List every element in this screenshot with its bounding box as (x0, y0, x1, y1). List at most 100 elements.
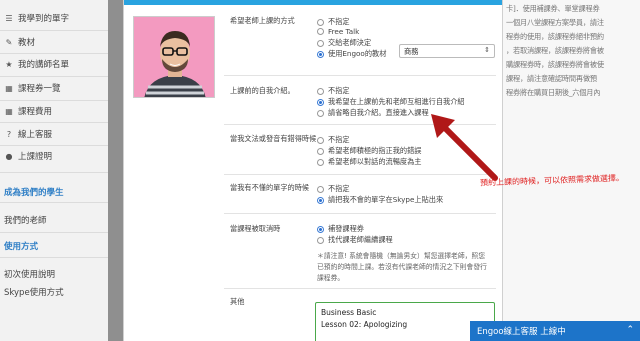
sidebar-item-label: 教材 (18, 38, 36, 48)
radio-option[interactable]: 不指定 (317, 86, 350, 96)
option-label: 不指定 (328, 135, 350, 144)
notice-text: ＊請注意! 系統會隨機（無論男女）幫您選擇老師，照您 (317, 252, 486, 260)
teacher-avatar (133, 16, 215, 98)
option-label: 補發課程券 (328, 224, 364, 233)
option-label: 交給老師決定 (328, 38, 372, 47)
question-self-intro: 上課前的自我介紹。 (230, 86, 295, 95)
sidebar-item-my-teachers[interactable]: ★ 我的講師名單 (0, 54, 108, 74)
radio-button[interactable] (317, 18, 324, 26)
radio-button[interactable] (317, 109, 324, 117)
notice-text: 課程券。 (317, 274, 345, 282)
help-icon: ? (6, 129, 12, 139)
divider (224, 213, 496, 214)
link-first-time-guide[interactable]: 初次使用說明 (4, 268, 55, 280)
question-grammar: 當我文法或發音有錯得時候 (230, 134, 317, 143)
radio-option[interactable]: Free Talk (317, 27, 359, 36)
option-label: 不指定 (328, 17, 350, 26)
textarea-line: Business Basic (321, 308, 377, 317)
divider (0, 232, 108, 233)
radio-button[interactable] (317, 136, 324, 144)
radio-button[interactable] (317, 98, 324, 106)
course-select[interactable]: 商務 ⇕ (399, 44, 495, 58)
radio-button[interactable] (317, 158, 324, 166)
sidebar-item-tickets[interactable]: ▦ 課程券一覽 (0, 78, 108, 98)
option-label: 希望老師以對話的流暢度為主 (328, 157, 422, 166)
option-label: 不指定 (328, 184, 350, 193)
option-label: 我希望在上課前先和老師互相進行自我介紹 (328, 97, 465, 106)
dot-icon: ● (5, 151, 13, 161)
notice-text: 程券的使用，該課程券絕非預約 (506, 32, 604, 41)
question-unknown-word: 當我有不懂的單字的時候 (230, 183, 310, 192)
list-icon: ☰ (5, 13, 13, 23)
radio-option[interactable]: 不指定 (317, 135, 350, 145)
divider (224, 288, 496, 289)
section-title-become-student: 成為我們的學生 (4, 188, 64, 198)
sidebar-item-materials[interactable]: ✎ 教材 (0, 32, 108, 52)
option-label: 找代課老師繼續課程 (328, 235, 393, 244)
notice-text: 已預約的時間上課。若沒有代課老師的情況之下則會發行 (317, 263, 487, 271)
chat-label: Engoo線上客服 上線中 (477, 327, 566, 337)
radio-button[interactable] (317, 87, 324, 95)
divider (0, 257, 108, 258)
radio-option[interactable]: 希望老師以對話的流暢度為主 (317, 157, 421, 167)
sidebar-item-label: 上課證明 (18, 152, 53, 162)
sidebar-item-pricing[interactable]: ▦ 課程費用 (0, 101, 108, 121)
radio-button[interactable] (317, 50, 324, 58)
sidebar-item-vocabulary[interactable]: ☰ 我學到的單字 (0, 8, 108, 28)
notice-text: 一個月八堂課程方案學員，請注 (506, 18, 604, 27)
divider (0, 122, 108, 123)
radio-button[interactable] (317, 236, 324, 244)
section-title-how-to-use: 使用方式 (4, 242, 39, 252)
option-label: 不指定 (328, 86, 350, 95)
radio-option[interactable]: 我希望在上課前先和老師互相進行自我介紹 (317, 97, 465, 107)
radio-option[interactable]: 使用Engoo的教材 (317, 49, 386, 59)
chevron-updown-icon: ⇕ (484, 46, 490, 54)
sidebar-item-label: 線上客服 (18, 130, 53, 140)
notice-text: ，若取消課程，該課程券將會被 (506, 46, 604, 55)
sidebar-item-label: 我的講師名單 (18, 60, 70, 70)
radio-button[interactable] (317, 225, 324, 233)
chat-support-bar[interactable]: Engoo線上客服 上線中 ⌃ (470, 321, 640, 341)
divider (0, 30, 108, 31)
modal-header-bar (124, 0, 502, 5)
radio-option[interactable]: 交給老師決定 (317, 38, 371, 48)
sidebar-item-support[interactable]: ? 線上客服 (0, 124, 108, 144)
sidebar-item-certificate[interactable]: ● 上課證明 (0, 146, 108, 166)
link-our-teachers[interactable]: 我們的老師 (4, 214, 47, 226)
link-skype-guide[interactable]: Skype使用方式 (4, 286, 64, 298)
divider (0, 202, 108, 203)
radio-option[interactable]: 請把我不會的單字在Skype上貼出來 (317, 195, 443, 205)
radio-option[interactable]: 不指定 (317, 17, 350, 27)
sidebar-item-label: 課程費用 (18, 107, 53, 117)
question-cancellation: 當課程被取消時 (230, 224, 281, 233)
option-label: 請省略自我介紹。直接進入課程 (328, 108, 429, 117)
arrow-annotation-icon (431, 114, 498, 181)
option-label: 使用Engoo的教材 (328, 49, 387, 58)
divider (0, 172, 108, 173)
radio-option[interactable]: 補發課程券 (317, 224, 364, 234)
notice-text: 購課程券時，該課程券將會被使 (506, 60, 604, 69)
sidebar-item-label: 課程券一覽 (18, 84, 61, 94)
grid-icon: ▦ (5, 106, 13, 116)
star-icon: ★ (5, 59, 13, 69)
radio-option[interactable]: 請省略自我介紹。直接進入課程 (317, 108, 429, 118)
chevron-up-icon[interactable]: ⌃ (626, 325, 634, 335)
sidebar: ☰ 我學到的單字 ✎ 教材 ★ 我的講師名單 ▦ 課程券一覽 ▦ 課程費用 ? … (0, 0, 108, 341)
radio-button[interactable] (317, 28, 324, 35)
radio-button[interactable] (317, 147, 324, 155)
notice-panel: 卡]．使用補課券、單堂課程券 一個月八堂課程方案學員，請注 程券的使用，該課程券… (503, 0, 640, 341)
notice-text: 程券將在購買日期後_六個月內 (506, 88, 601, 97)
radio-button[interactable] (317, 39, 324, 47)
question-teaching-style: 希望老師上課的方式 (230, 16, 295, 25)
divider (0, 76, 108, 77)
notice-text: 卡]．使用補課券、單堂課程券 (506, 4, 600, 13)
radio-option[interactable]: 希望老師積極的指正我的錯誤 (317, 146, 421, 156)
book-icon: ✎ (5, 37, 13, 47)
sidebar-item-label: 我學到的單字 (18, 14, 70, 24)
textarea-line: Lesson 02: Apologizing (321, 320, 408, 329)
radio-button[interactable] (317, 185, 324, 193)
radio-button[interactable] (317, 196, 324, 204)
other-textarea[interactable]: Business Basic Lesson 02: Apologizing (315, 302, 495, 341)
radio-option[interactable]: 找代課老師繼續課程 (317, 235, 393, 245)
radio-option[interactable]: 不指定 (317, 184, 350, 194)
